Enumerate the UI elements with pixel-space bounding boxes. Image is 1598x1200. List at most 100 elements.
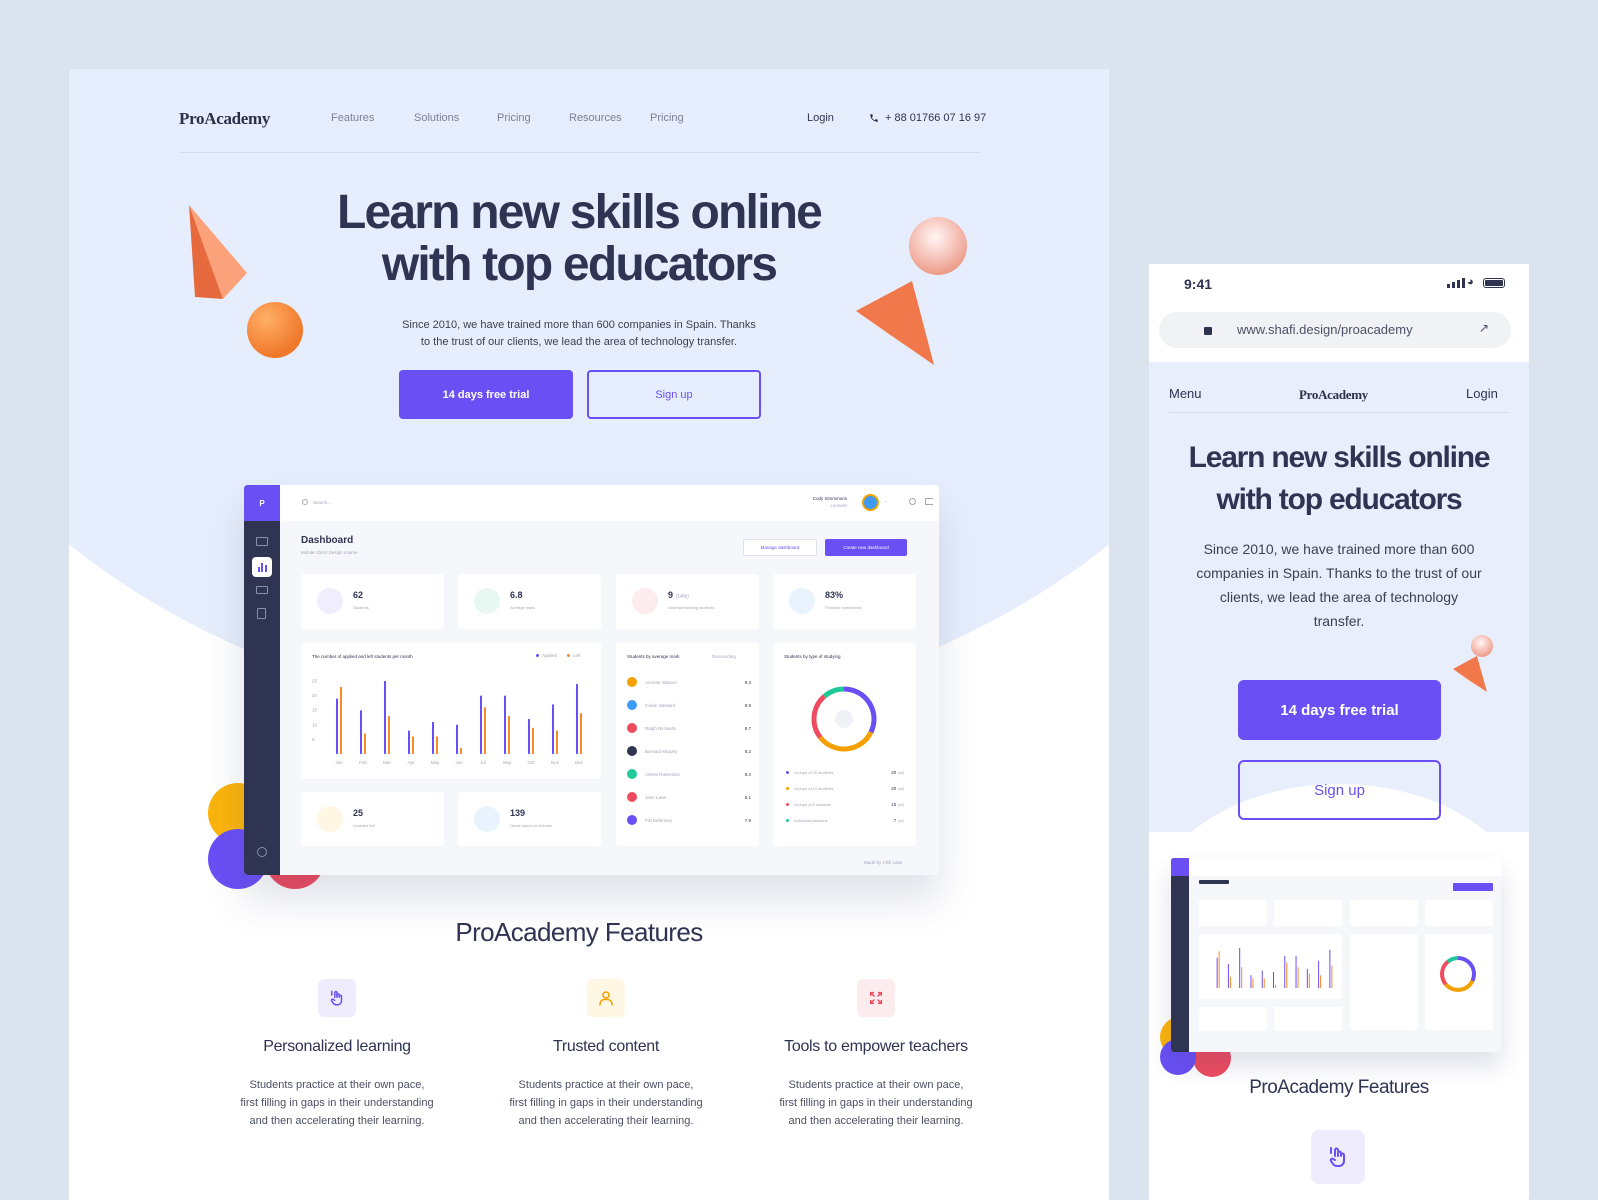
student-row[interactable]: Annette Watson 9.3 xyxy=(627,675,751,689)
menu-button[interactable]: Menu xyxy=(1169,386,1202,401)
free-trial-button[interactable]: 14 days free trial xyxy=(399,370,573,419)
student-avatar xyxy=(627,723,637,733)
chevron-down-icon[interactable]: ⌄ xyxy=(884,498,888,504)
nav-features[interactable]: Features xyxy=(331,112,374,124)
nav-pricing[interactable]: Pricing xyxy=(497,112,531,124)
bar-applied[interactable] xyxy=(432,721,434,754)
user-name: Cody Simmmons xyxy=(812,496,847,501)
mini-bar xyxy=(1320,975,1322,988)
url-text: www.shafi.design/proacademy xyxy=(1237,322,1413,337)
mobile-sign-up-button[interactable]: Sign up xyxy=(1238,760,1441,820)
bar-left[interactable] xyxy=(460,748,462,754)
y-tick-label: 15 xyxy=(312,708,318,713)
mini-kpi xyxy=(1425,900,1493,926)
user-avatar[interactable] xyxy=(862,494,879,511)
bar-left[interactable] xyxy=(388,716,390,754)
bar-left[interactable] xyxy=(436,736,438,754)
mini-bar xyxy=(1329,949,1331,988)
kpi-value: 139 xyxy=(510,808,526,818)
kpi-value: 25 xyxy=(353,808,364,818)
donut-segment[interactable] xyxy=(822,686,845,699)
legend-left: Left xyxy=(573,653,581,658)
bar-left[interactable] xyxy=(412,736,414,754)
logout-icon[interactable] xyxy=(925,498,933,505)
folder-icon[interactable] xyxy=(256,537,268,546)
bar-left[interactable] xyxy=(532,727,534,754)
mobile-hero-subtitle-line-1: Since 2010, we have trained more than 60… xyxy=(1203,541,1475,557)
donut-segment[interactable] xyxy=(811,694,827,739)
bar-left[interactable] xyxy=(508,716,510,754)
hero-subtitle-line-2: to the trust of our clients, we lead the… xyxy=(420,336,738,348)
manage-dashboard-button[interactable]: Manage dashboard xyxy=(743,539,817,556)
nav-resources[interactable]: Resources xyxy=(569,112,622,124)
nav-solutions[interactable]: Solutions xyxy=(414,112,459,124)
study-type-value: 15 xyxy=(891,802,897,807)
document-icon[interactable] xyxy=(257,608,266,619)
mini-bar xyxy=(1275,984,1276,988)
average-mark-card: Students by average mark Descending Anne… xyxy=(616,643,759,846)
expand-icon xyxy=(857,979,895,1017)
share-icon[interactable]: ↗ xyxy=(1479,321,1489,335)
mail-icon[interactable] xyxy=(256,586,268,594)
student-row[interactable]: Bernard Murphy 8.2 xyxy=(627,744,751,758)
kpi-value: 83% xyxy=(825,590,844,600)
bar-applied[interactable] xyxy=(336,698,338,754)
y-tick-label: 25 xyxy=(312,679,318,684)
search-input[interactable]: Search... xyxy=(313,500,331,505)
mobile-features-title: ProAcademy Features xyxy=(1249,1077,1429,1098)
nav-pricing-2[interactable]: Pricing xyxy=(650,112,684,124)
settings-icon[interactable] xyxy=(257,847,267,857)
mobile-hero-title-line-2: with top educators xyxy=(1216,483,1462,516)
mini-bar xyxy=(1263,978,1265,988)
feature-text-line-1: Students practice at their own pace, xyxy=(788,1079,964,1091)
features-title: ProAcademy Features xyxy=(455,917,703,947)
sign-up-button[interactable]: Sign up xyxy=(587,370,761,419)
bar-left[interactable] xyxy=(364,733,366,754)
bar-applied[interactable] xyxy=(384,681,386,754)
bar-applied[interactable] xyxy=(576,683,578,754)
login-link[interactable]: Login xyxy=(807,112,834,124)
student-row[interactable]: Calvin Steward 8.9 xyxy=(627,698,751,712)
bar-applied[interactable] xyxy=(528,718,530,754)
bar-left[interactable] xyxy=(484,707,486,754)
bar-applied[interactable] xyxy=(552,704,554,754)
mini-bar xyxy=(1229,976,1231,988)
feature-personalized-learning: Personalized learning Students practice … xyxy=(201,979,473,1130)
bar-applied[interactable] xyxy=(456,724,458,754)
study-type-dot xyxy=(786,803,789,806)
x-tick-label: Apr xyxy=(407,760,415,765)
status-time: 9:41 xyxy=(1184,276,1213,292)
mobile-header-divider xyxy=(1169,412,1509,413)
mobile-free-trial-button[interactable]: 14 days free trial xyxy=(1238,680,1441,740)
student-row[interactable]: Jane Lane 8.1 xyxy=(627,790,751,804)
donut-segment[interactable] xyxy=(818,731,874,752)
dashboard-logo[interactable]: P xyxy=(244,485,280,521)
bar-applied[interactable] xyxy=(504,695,506,754)
trend-down-icon xyxy=(632,588,658,614)
student-row[interactable]: Pat Mckinney 7.9 xyxy=(627,813,751,827)
sort-dropdown[interactable]: Descending xyxy=(712,654,736,659)
bar-applied[interactable] xyxy=(360,710,362,754)
kpi-label: Students xyxy=(353,605,369,610)
bar-left[interactable] xyxy=(580,713,582,754)
refresh-icon[interactable] xyxy=(909,498,916,505)
address-bar[interactable]: www.shafi.design/proacademy ↗ xyxy=(1159,312,1511,348)
bar-left[interactable] xyxy=(340,686,342,754)
bar-left[interactable] xyxy=(556,730,558,754)
bar-applied[interactable] xyxy=(408,730,410,754)
bar-applied[interactable] xyxy=(480,695,482,754)
create-dashboard-button[interactable]: Create new dashboard xyxy=(825,539,907,556)
student-row[interactable]: Ralph Richards 8.7 xyxy=(627,721,751,735)
mobile-hero-subtitle-line-3: clients, we lead the area of technology xyxy=(1219,589,1459,605)
study-type-row: Groups of 10 students 20 (st) xyxy=(786,786,904,791)
student-row[interactable]: Arlene Robertson 8.2 xyxy=(627,767,751,781)
phone-contact[interactable]: + 88 01766 07 16 97 xyxy=(869,112,986,124)
mobile-login-link[interactable]: Login xyxy=(1466,386,1498,401)
mini-bar xyxy=(1241,967,1243,988)
mobile-brand-logo[interactable]: ProAcademy xyxy=(1299,387,1368,403)
x-tick-label: Jan xyxy=(335,760,343,765)
brand-logo[interactable]: ProAcademy xyxy=(179,109,270,129)
chart-icon[interactable] xyxy=(252,557,272,577)
mini-bar xyxy=(1273,972,1274,988)
study-type-label: Groups of 10 students xyxy=(794,786,834,791)
